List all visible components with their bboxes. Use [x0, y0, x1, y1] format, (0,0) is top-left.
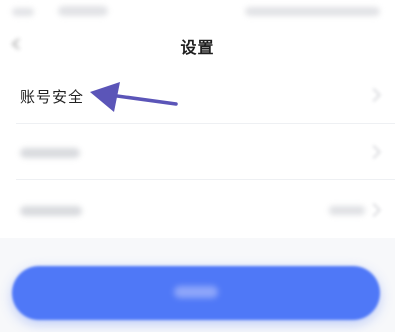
settings-item-label-blurred	[20, 206, 82, 216]
settings-item-blurred-1[interactable]	[0, 124, 395, 180]
settings-item-label-blurred	[20, 148, 80, 158]
annotation-arrow-icon	[90, 82, 178, 112]
header: 设置	[0, 26, 395, 66]
settings-item-value-blurred	[329, 206, 365, 215]
primary-action-label-blurred	[174, 286, 218, 298]
settings-screen: 设置 账号安全	[0, 0, 395, 332]
status-bar	[0, 0, 395, 26]
primary-action-button[interactable]	[12, 266, 380, 320]
page-title: 设置	[180, 38, 215, 57]
chevron-right-icon	[366, 87, 382, 103]
settings-item-blurred-2[interactable]	[0, 180, 395, 238]
chevron-right-icon	[366, 144, 382, 160]
status-icons-blur	[245, 7, 380, 16]
settings-item-account-security[interactable]: 账号安全	[0, 66, 395, 124]
status-time-blur	[12, 8, 34, 16]
status-indicator-blur	[58, 6, 108, 16]
settings-item-label: 账号安全	[20, 88, 85, 106]
chevron-right-icon	[366, 202, 382, 218]
